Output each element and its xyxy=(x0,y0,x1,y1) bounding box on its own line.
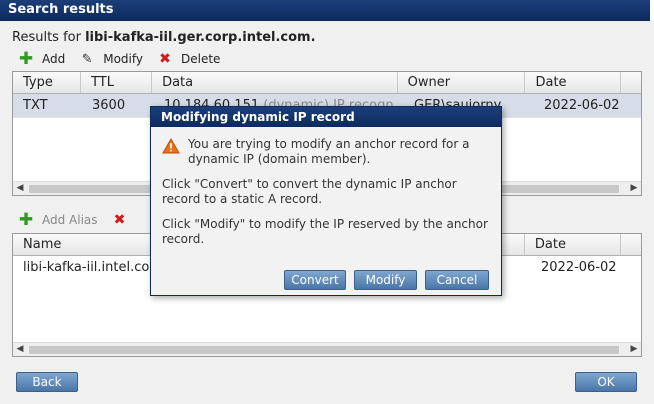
scroll-right-icon[interactable]: ▶ xyxy=(627,182,641,195)
cell-date: 2022-06-02 xyxy=(541,260,617,275)
convert-instructions: Click "Convert" to convert the dynamic I… xyxy=(162,177,457,206)
add-icon: ✚ xyxy=(18,210,34,230)
delete-alias-button[interactable]: ✖ xyxy=(112,212,136,228)
scroll-left-icon[interactable]: ◀ xyxy=(13,343,27,356)
pencil-icon: ✎ xyxy=(81,51,93,67)
column-header-type[interactable]: Type xyxy=(13,72,82,93)
delete-button[interactable]: ✖ Delete xyxy=(157,51,220,67)
modify-button[interactable]: Modify xyxy=(354,270,417,290)
column-header-data[interactable]: Data xyxy=(152,72,398,93)
column-header-owner[interactable]: Owner xyxy=(398,72,526,93)
cell-ttl: 3600 xyxy=(92,98,126,113)
warning-text: You are trying to modify an anchor recor… xyxy=(188,137,470,166)
results-domain: libi-kafka-iil.ger.corp.intel.com. xyxy=(85,30,316,45)
warning-icon xyxy=(162,138,180,154)
add-button[interactable]: ✚ Add xyxy=(18,49,65,69)
ok-button[interactable]: OK xyxy=(575,372,637,392)
records-table-header: Type TTL Data Owner Date xyxy=(13,72,641,94)
delete-icon: ✖ xyxy=(159,51,171,67)
cell-type: TXT xyxy=(23,98,48,113)
cancel-button[interactable]: Cancel xyxy=(425,270,489,290)
delete-icon: ✖ xyxy=(113,212,126,228)
back-button[interactable]: Back xyxy=(16,372,78,392)
dialog-title: Modifying dynamic IP record xyxy=(151,107,501,127)
modify-instructions: Click "Modify" to modify the IP reserved… xyxy=(162,217,488,246)
alias-toolbar: ✚ Add Alias ✖ xyxy=(18,210,150,230)
column-header-date[interactable]: Date xyxy=(525,72,621,93)
scroll-left-icon[interactable]: ◀ xyxy=(13,182,27,195)
add-alias-button[interactable]: ✚ Add Alias xyxy=(18,210,98,230)
window-title: Search results xyxy=(0,0,654,21)
modify-button[interactable]: ✎ Modify xyxy=(79,51,143,67)
modify-dynamic-ip-dialog: Modifying dynamic IP record You are tryi… xyxy=(150,106,502,296)
column-header-ttl[interactable]: TTL xyxy=(81,72,153,93)
convert-button[interactable]: Convert xyxy=(284,270,346,290)
records-toolbar: ✚ Add ✎ Modify ✖ Delete xyxy=(18,49,234,69)
scrollbar-thumb[interactable] xyxy=(29,346,619,354)
column-header-date[interactable]: Date xyxy=(525,234,621,255)
add-icon: ✚ xyxy=(18,49,34,69)
cell-date: 2022-06-02 xyxy=(544,98,620,113)
results-for-label: Results for libi-kafka-iil.ger.corp.inte… xyxy=(12,30,316,45)
horizontal-scrollbar[interactable]: ◀ ▶ xyxy=(13,342,641,356)
scroll-right-icon[interactable]: ▶ xyxy=(627,343,641,356)
